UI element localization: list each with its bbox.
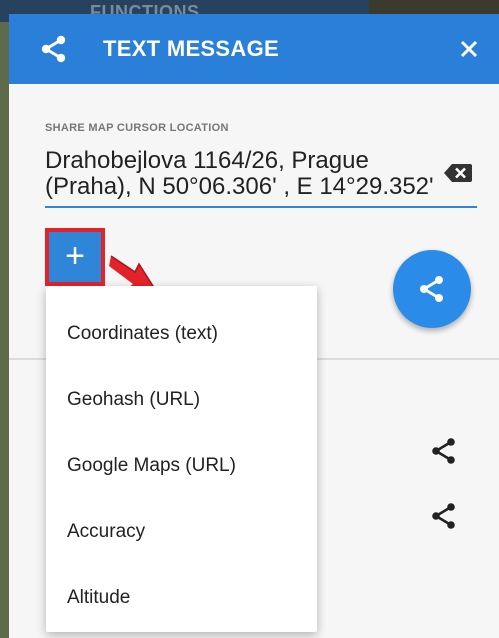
- text-message-dialog: TEXT MESSAGE SHARE MAP CURSOR LOCATION D…: [9, 14, 499, 638]
- add-options-menu: Coordinates (text) Geohash (URL) Google …: [46, 286, 317, 632]
- field-underline: [45, 206, 477, 208]
- plus-icon: +: [65, 237, 85, 275]
- menu-item-label: Altitude: [67, 587, 131, 608]
- menu-item-label: Geohash (URL): [67, 389, 201, 410]
- dialog-header: TEXT MESSAGE: [9, 14, 499, 84]
- menu-item-coordinates-text[interactable]: Coordinates (text): [46, 302, 317, 368]
- field-label: SHARE MAP CURSOR LOCATION: [45, 122, 229, 134]
- menu-item-altitude[interactable]: Altitude: [46, 566, 317, 632]
- menu-item-geohash-url[interactable]: Geohash (URL): [46, 368, 317, 434]
- menu-item-label: Coordinates (text): [67, 323, 219, 344]
- share-icon: [41, 35, 66, 63]
- menu-item-label: Accuracy: [67, 521, 146, 542]
- share-fab-button[interactable]: [393, 250, 471, 328]
- share-icon[interactable]: [429, 436, 459, 466]
- menu-item-google-maps-url[interactable]: Google Maps (URL): [46, 434, 317, 500]
- menu-item-label: Google Maps (URL): [67, 455, 236, 476]
- menu-item-accuracy[interactable]: Accuracy: [46, 500, 317, 566]
- background-map-strip: [0, 22, 9, 638]
- message-text-field[interactable]: Drahobejlova 1164/26, Prague (Praha), N …: [45, 148, 440, 200]
- dialog-title: TEXT MESSAGE: [103, 36, 279, 61]
- add-button[interactable]: +: [45, 228, 105, 286]
- share-icon: [420, 276, 443, 302]
- share-icon[interactable]: [429, 501, 459, 531]
- close-icon[interactable]: [455, 35, 483, 63]
- backspace-icon[interactable]: [443, 162, 473, 184]
